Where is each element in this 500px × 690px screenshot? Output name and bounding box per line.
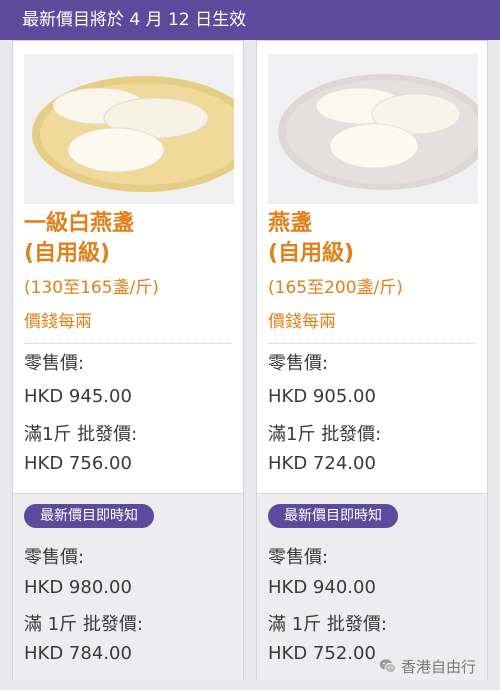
new-retail-price-value: HKD 980.00 xyxy=(24,577,132,598)
price-unit-note: 價錢每兩 xyxy=(268,312,336,332)
retail-price-label: 零售價: xyxy=(24,353,85,374)
new-price-section: 最新價目即時知 零售價: HKD 940.00 滿 1斤 批發價: HKD 75… xyxy=(257,493,487,680)
product-name-line2: (自用級) xyxy=(24,241,111,266)
retail-price-value: HKD 945.00 xyxy=(24,386,132,407)
wholesale-price-value: HKD 724.00 xyxy=(268,453,376,474)
pieces-per-catty: (165至200盞/斤) xyxy=(268,278,403,298)
pieces-per-catty: (130至165盞/斤) xyxy=(24,278,159,298)
new-retail-price-value: HKD 940.00 xyxy=(268,577,376,598)
new-wholesale-price-label: 滿 1斤 批發價: xyxy=(24,614,143,635)
banner-text: 最新價目將於 4 月 12 日生效 xyxy=(22,10,247,30)
divider xyxy=(268,343,476,344)
new-price-section: 最新價目即時知 零售價: HKD 980.00 滿 1斤 批發價: HKD 78… xyxy=(13,493,243,680)
product-name: 一級白燕盞 (自用級) xyxy=(24,209,234,269)
product-photo xyxy=(24,54,234,204)
product-name: 燕盞 (自用級) xyxy=(268,209,478,269)
wholesale-price-label: 滿1斤 批發價: xyxy=(268,424,382,445)
price-unit-note: 價錢每兩 xyxy=(24,312,92,332)
new-wholesale-price-label: 滿 1斤 批發價: xyxy=(268,614,387,635)
retail-price-value: HKD 905.00 xyxy=(268,386,376,407)
wholesale-price-label: 滿1斤 批發價: xyxy=(24,424,138,445)
product-card-premium-white[interactable]: 一級白燕盞 (自用級) (130至165盞/斤) 價錢每兩 零售價: HKD 9… xyxy=(12,40,244,680)
source-watermark: 香港自由行 xyxy=(379,655,476,677)
latest-price-badge[interactable]: 最新價目即時知 xyxy=(268,504,398,528)
product-name-line1: 一級白燕盞 xyxy=(24,211,135,236)
wechat-icon xyxy=(379,659,397,673)
effective-date-banner: 最新價目將於 4 月 12 日生效 xyxy=(0,0,500,40)
wholesale-price-value: HKD 756.00 xyxy=(24,453,132,474)
new-retail-price-label: 零售價: xyxy=(24,547,85,568)
product-name-line2: (自用級) xyxy=(268,241,355,266)
retail-price-label: 零售價: xyxy=(268,353,329,374)
product-name-line1: 燕盞 xyxy=(268,211,313,236)
new-wholesale-price-value: HKD 784.00 xyxy=(24,643,132,664)
latest-price-badge[interactable]: 最新價目即時知 xyxy=(24,504,154,528)
watermark-text: 香港自由行 xyxy=(401,657,477,676)
product-photo xyxy=(268,54,478,204)
new-retail-price-label: 零售價: xyxy=(268,547,329,568)
divider xyxy=(24,343,232,344)
product-card-nest[interactable]: 燕盞 (自用級) (165至200盞/斤) 價錢每兩 零售價: HKD 905.… xyxy=(256,40,488,680)
